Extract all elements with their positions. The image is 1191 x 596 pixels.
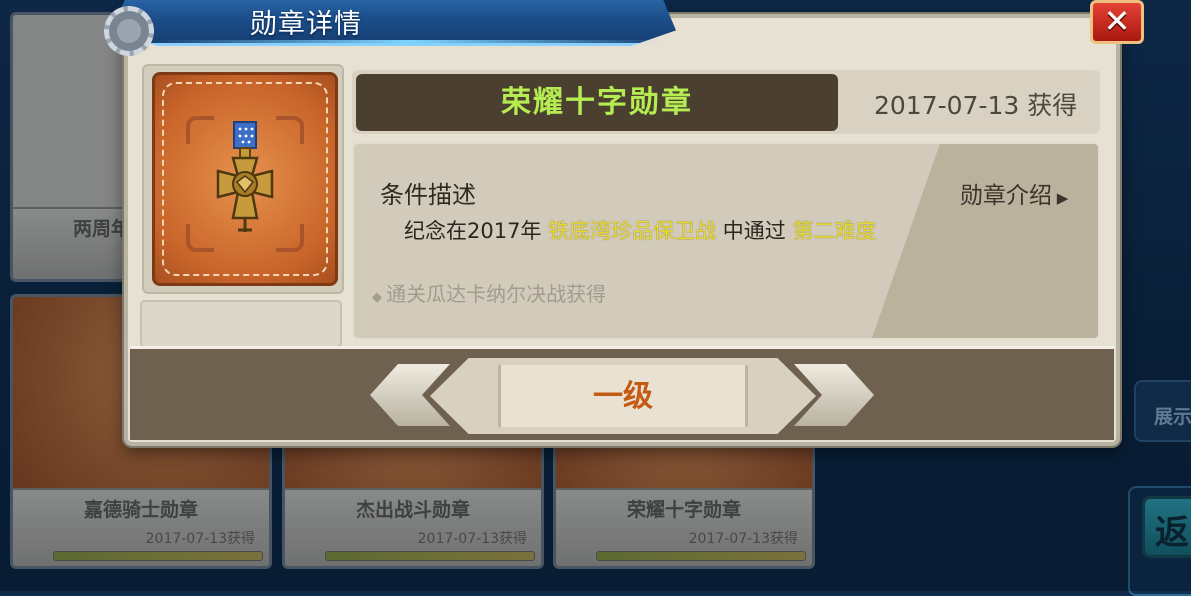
description-event: 铁底湾珍品保卫战 <box>548 219 717 243</box>
condition-description: 纪念在2017年 铁底湾珍品保卫战 中通过 第二难度 <box>404 214 884 249</box>
medal-intro-link[interactable]: 勋章介绍 ▶ <box>960 176 1068 210</box>
description-prefix: 纪念在2017年 <box>404 219 549 243</box>
dialog-title: 勋章详情 <box>250 9 362 40</box>
unlock-hint-text: 通关瓜达卡纳尔决战获得 <box>386 282 607 306</box>
unlock-hint: ◆ 通关瓜达卡纳尔决战获得 <box>372 278 606 307</box>
description-difficulty: 第二难度 <box>792 219 877 243</box>
medal-name: 荣耀十字勋章 <box>356 74 838 131</box>
description-middle: 中通过 <box>716 219 793 243</box>
medal-obtained-date: 2017-07-13 获得 <box>874 91 1078 120</box>
portrait-caption-area <box>140 300 342 348</box>
cross-medal-icon <box>216 121 274 232</box>
medal-intro-label: 勋章介绍 <box>960 183 1052 209</box>
level-label: 一级 <box>498 365 748 427</box>
title-glow <box>150 40 670 45</box>
close-button[interactable]: ✕ <box>1090 0 1144 44</box>
diamond-bullet-icon: ◆ <box>372 290 387 305</box>
condition-label: 条件描述 <box>380 181 476 209</box>
description-shade <box>872 144 1098 338</box>
triangle-right-icon: ▶ <box>1052 189 1069 207</box>
gear-icon <box>104 6 154 56</box>
